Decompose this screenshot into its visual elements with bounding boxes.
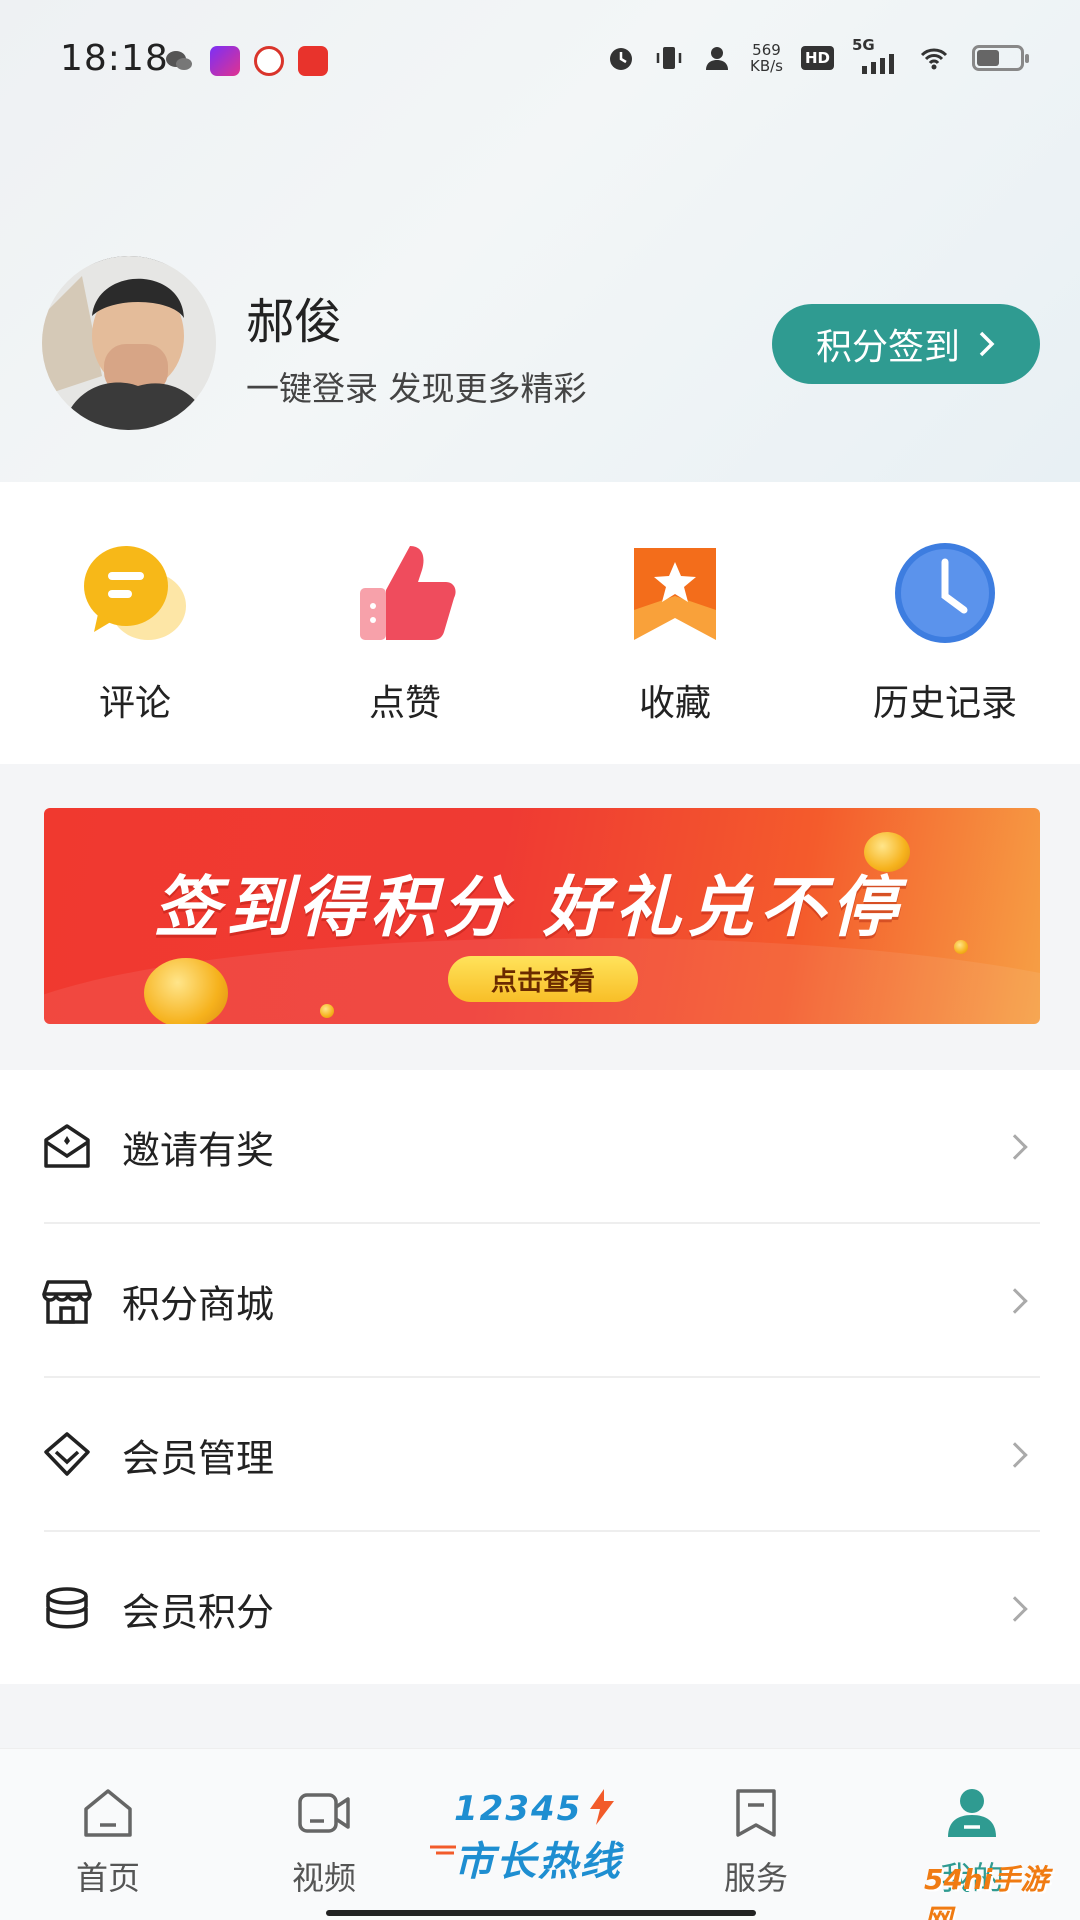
quick-action-like[interactable]: 点赞 (270, 482, 540, 764)
coins-icon (46, 1587, 88, 1629)
quick-action-label: 历史记录 (872, 683, 1017, 724)
network-speed: 569 KB/s (749, 41, 783, 75)
nav-home[interactable]: 首页 (0, 1749, 216, 1920)
quick-action-label: 评论 (98, 683, 171, 724)
hotline-number: 12345 (454, 1789, 583, 1829)
avatar[interactable] (42, 256, 216, 430)
profile-header: 18:18 569 KB/s HD 5G 郝俊 一键登录 发现更多精彩 积分签到 (0, 0, 1080, 482)
user-icon (948, 1789, 996, 1837)
points-checkin-button[interactable]: 积分签到 (772, 304, 1040, 384)
menu-item-member-points[interactable]: 会员积分 (0, 1532, 1080, 1686)
store-icon (42, 1280, 92, 1324)
nav-label: 首页 (75, 1859, 140, 1897)
signal-strength: 5G (852, 36, 896, 74)
thumbs-up-icon (360, 546, 456, 640)
video-app-notification-icon (210, 46, 240, 76)
person-icon (705, 47, 728, 70)
coin-icon (954, 940, 968, 954)
menu-item-label: 邀请有奖 (122, 1128, 275, 1173)
alarm-icon (609, 48, 632, 70)
hotline-label: 市长热线 (454, 1839, 622, 1885)
nav-mayor-hotline[interactable]: 12345 市长热线 (430, 1789, 660, 1889)
hd-badge: HD (800, 46, 834, 70)
home-icon (84, 1789, 132, 1837)
banner-view-button[interactable]: 点击查看 (448, 956, 638, 1002)
service-bookmark-icon (736, 1789, 776, 1837)
chevron-right-icon (979, 331, 995, 357)
login-prompt[interactable]: 一键登录 发现更多精彩 (246, 362, 587, 410)
chevron-right-icon (1002, 1288, 1028, 1314)
menu-item-invite[interactable]: 邀请有奖 (0, 1070, 1080, 1224)
quick-action-label: 收藏 (638, 683, 711, 724)
comment-icon (84, 546, 186, 640)
menu-item-label: 会员管理 (122, 1436, 275, 1481)
status-indicators: 569 KB/s HD 5G (606, 36, 1029, 75)
quick-action-favorite[interactable]: 收藏 (540, 482, 810, 764)
battery-icon (972, 45, 1029, 71)
quick-action-label: 点赞 (368, 683, 441, 724)
wifi-icon (920, 48, 948, 70)
nav-video[interactable]: 视频 (216, 1749, 432, 1920)
nav-label: 服务 (723, 1859, 788, 1897)
lightning-icon (590, 1789, 614, 1825)
status-bar: 18:18 569 KB/s HD 5G (0, 0, 1080, 120)
checkin-label: 积分签到 (815, 327, 960, 368)
site-watermark: 54hi手游网 (924, 1863, 1049, 1920)
chevron-right-icon (1002, 1596, 1028, 1622)
chevron-right-icon (1002, 1442, 1028, 1468)
chevron-right-icon (1002, 1134, 1028, 1160)
menu-list: 邀请有奖 积分商城 会员管理 会员积分 (0, 1070, 1080, 1684)
bottom-navigation: 首页 视频 12345 市长热线 服务 我的 (0, 1748, 1080, 1920)
menu-item-points-mall[interactable]: 积分商城 (0, 1224, 1080, 1378)
nav-service[interactable]: 服务 (648, 1749, 864, 1920)
home-indicator[interactable] (326, 1910, 756, 1916)
diamond-icon (44, 1432, 90, 1476)
vibrate-icon (656, 47, 682, 69)
menu-item-membership[interactable]: 会员管理 (0, 1378, 1080, 1532)
menu-item-label: 会员积分 (122, 1590, 275, 1635)
nav-label: 视频 (291, 1859, 356, 1897)
coin-icon (144, 958, 228, 1024)
quick-actions: 评论 点赞 收藏 历史记录 (0, 482, 1080, 764)
checkin-promo-banner[interactable]: 签到得积分 好礼兑不停 点击查看 (44, 808, 1040, 1024)
shop-app-notification-icon (298, 46, 328, 76)
menu-item-label: 积分商城 (122, 1282, 275, 1327)
banner-title: 签到得积分 好礼兑不停 (154, 869, 903, 946)
quick-action-history[interactable]: 历史记录 (810, 482, 1080, 764)
news-app-notification-icon (254, 46, 284, 76)
bookmark-star-icon (634, 548, 716, 640)
quick-action-comment[interactable]: 评论 (0, 482, 270, 764)
profile-name: 郝俊 (246, 294, 343, 350)
coin-icon (320, 1004, 334, 1018)
video-camera-icon (298, 1793, 350, 1833)
wechat-notification-icon (164, 46, 194, 76)
status-time: 18:18 (60, 38, 169, 79)
clock-icon (895, 543, 995, 643)
signal-bars-icon (862, 54, 894, 74)
invite-envelope-icon (44, 1124, 90, 1168)
